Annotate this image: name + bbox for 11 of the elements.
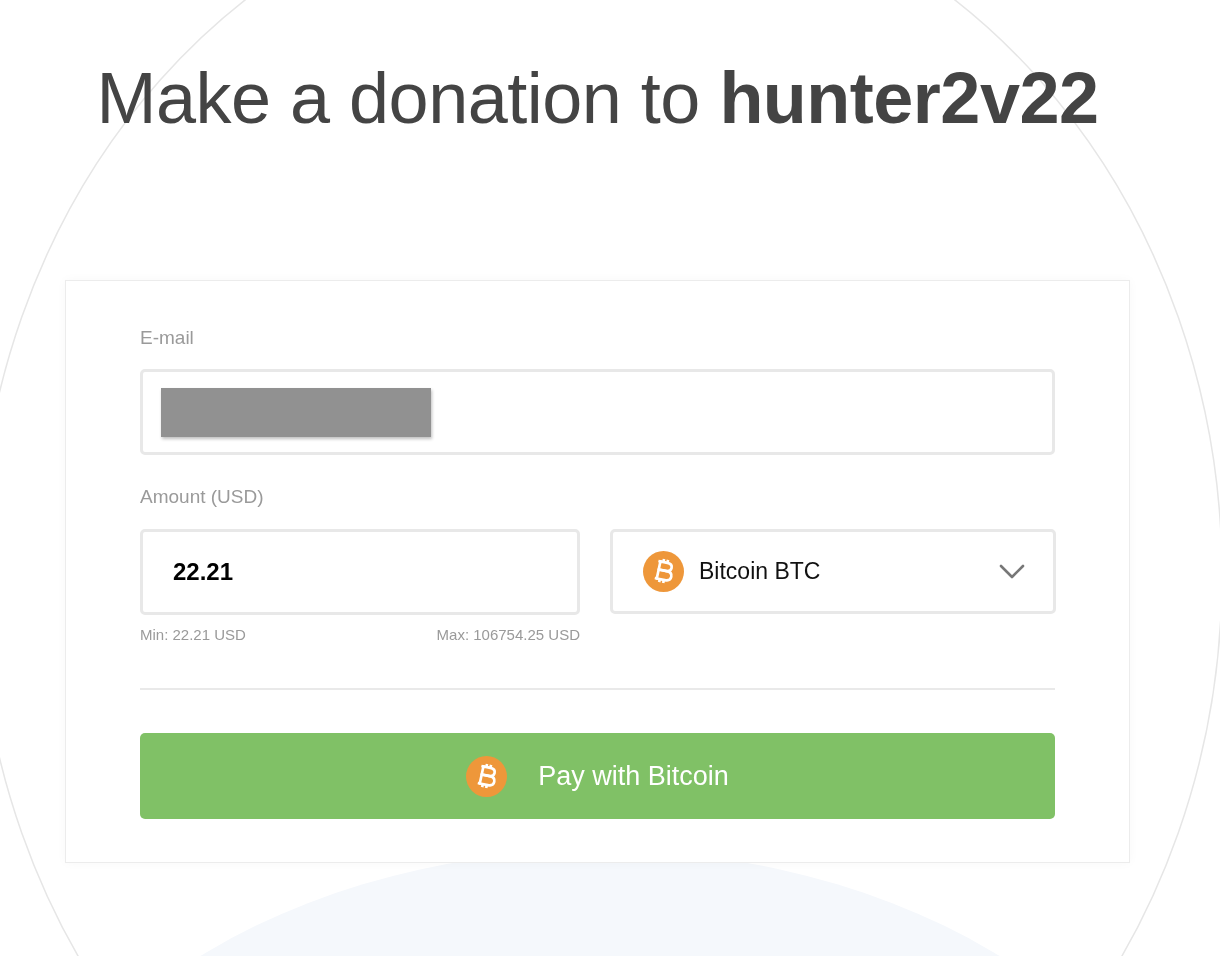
max-amount-text: Max: 106754.25 USD [436, 626, 580, 644]
amount-field[interactable]: 22.21 [140, 529, 580, 615]
min-amount-text: Min: 22.21 USD [140, 626, 246, 644]
email-label: E-mail [140, 326, 194, 350]
amount-label: Amount (USD) [140, 485, 264, 509]
bitcoin-icon [643, 551, 684, 592]
chevron-icon [999, 564, 1025, 579]
bitcoin-icon [466, 755, 508, 797]
currency-select[interactable]: Bitcoin BTC [610, 529, 1056, 614]
page-title: Make a donation to hunter2v22 [96, 57, 1099, 140]
email-field[interactable] [140, 369, 1055, 455]
